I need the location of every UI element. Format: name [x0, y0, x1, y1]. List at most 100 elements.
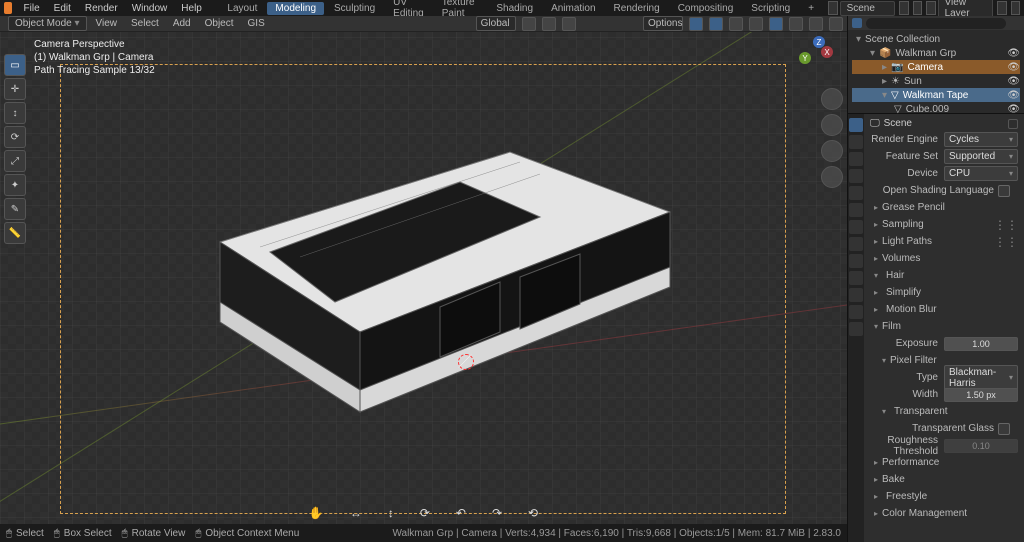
exposure-field[interactable]: 1.00	[944, 337, 1018, 351]
gizmo-y[interactable]: Y	[799, 52, 811, 64]
menu-render[interactable]: Render	[79, 2, 124, 15]
workspace-anim[interactable]: Animation	[543, 2, 603, 15]
shade-render-icon[interactable]	[809, 17, 823, 31]
tab-constraints[interactable]	[849, 271, 863, 285]
tool-select-box[interactable]: ▭	[4, 54, 26, 76]
outliner-search[interactable]	[866, 18, 1006, 29]
workspace-shading[interactable]: Shading	[488, 2, 541, 15]
osl-checkbox[interactable]	[998, 185, 1010, 197]
nav-rot-icon[interactable]: ⟳	[414, 504, 436, 522]
viewlayer-del[interactable]	[1011, 1, 1021, 15]
feature-set-select[interactable]: Supported▾	[944, 149, 1018, 164]
render-engine-select[interactable]: Cycles▾	[944, 132, 1018, 147]
workspace-modeling[interactable]: Modeling	[267, 2, 324, 15]
vp-menu-select[interactable]: Select	[126, 17, 164, 30]
shading-opts-icon[interactable]	[829, 17, 843, 31]
options-popover[interactable]: Options	[643, 16, 683, 31]
propedit-icon[interactable]	[562, 17, 576, 31]
tool-move[interactable]: ↕	[4, 102, 26, 124]
pivot-icon[interactable]	[522, 17, 536, 31]
menu-window[interactable]: Window	[126, 2, 174, 15]
workspace-sculpting[interactable]: Sculpting	[326, 2, 383, 15]
sec-transparent[interactable]: Transparent	[894, 406, 948, 417]
nav-undo-icon[interactable]: ↶	[450, 504, 472, 522]
roughthresh-field[interactable]: 0.10	[944, 439, 1018, 453]
sec-lightpaths[interactable]: Light Paths	[882, 236, 932, 247]
sec-colormgmt[interactable]: Color Management	[882, 508, 967, 519]
sec-simplify[interactable]: Simplify	[886, 287, 921, 298]
tab-texture[interactable]	[849, 322, 863, 336]
tab-viewlayer[interactable]	[849, 152, 863, 166]
nav-hand-icon[interactable]: ✋	[303, 504, 330, 522]
tab-physics[interactable]	[849, 254, 863, 268]
viewport-canvas[interactable]: ▭ ✛ ↕ ⟳ ⤢ ✦ ✎ 📏 Camera Perspective (1) W…	[0, 32, 847, 542]
sec-sampling[interactable]: Sampling	[882, 219, 924, 230]
tool-rotate[interactable]: ⟳	[4, 126, 26, 148]
tool-transform[interactable]: ✦	[4, 174, 26, 196]
mode-select[interactable]: Object Mode ▾	[8, 16, 87, 31]
vp-menu-object[interactable]: Object	[200, 17, 239, 30]
tab-material[interactable]	[849, 305, 863, 319]
tab-world[interactable]	[849, 186, 863, 200]
scene-icon[interactable]	[828, 1, 838, 15]
outliner-root[interactable]: Scene Collection	[865, 34, 940, 45]
gizmo-z[interactable]: Z	[813, 36, 825, 48]
outliner-sun[interactable]: Sun	[904, 76, 922, 87]
vp-menu-add[interactable]: Add	[168, 17, 196, 30]
nav-zoom-icon[interactable]	[821, 88, 843, 110]
sec-motionblur[interactable]: Motion Blur	[886, 304, 937, 315]
outliner-walkman-grp[interactable]: Walkman Grp	[895, 48, 956, 59]
scene-del[interactable]	[913, 1, 923, 15]
workspace-add[interactable]: +	[800, 2, 822, 15]
gizmo-btn[interactable]	[689, 17, 703, 31]
workspace-layout[interactable]: Layout	[219, 2, 265, 15]
menu-file[interactable]: File	[18, 2, 46, 15]
scene-new[interactable]	[899, 1, 909, 15]
outliner-cube009[interactable]: Cube.009	[906, 104, 949, 115]
outliner-type-icon[interactable]	[852, 18, 862, 28]
tab-data[interactable]	[849, 288, 863, 302]
sec-perf[interactable]: Performance	[882, 457, 939, 468]
workspace-rendering[interactable]: Rendering	[606, 2, 668, 15]
nav-pany-icon[interactable]: ↕	[382, 504, 400, 522]
outliner-camera[interactable]: Camera	[907, 62, 943, 73]
tool-measure[interactable]: 📏	[4, 222, 26, 244]
nav-camera-icon[interactable]	[821, 140, 843, 162]
tab-modifiers[interactable]	[849, 220, 863, 234]
nav-panx-icon[interactable]: ↔	[344, 504, 368, 522]
tab-output[interactable]	[849, 135, 863, 149]
gizmo-x[interactable]: X	[821, 46, 833, 58]
workspace-compositing[interactable]: Compositing	[670, 2, 742, 15]
nav-refresh-icon[interactable]: ⟲	[522, 504, 544, 522]
sec-freestyle[interactable]: Freestyle	[886, 491, 927, 502]
workspace-scripting[interactable]: Scripting	[743, 2, 798, 15]
nav-ortho-icon[interactable]	[821, 166, 843, 188]
tool-scale[interactable]: ⤢	[4, 150, 26, 172]
tool-annotate[interactable]: ✎	[4, 198, 26, 220]
shade-matprev-icon[interactable]	[789, 17, 803, 31]
sec-pixelfilter[interactable]: Pixel Filter	[890, 355, 937, 366]
app-logo[interactable]	[4, 2, 12, 14]
tab-scene[interactable]	[849, 169, 863, 183]
outliner-filter-icon[interactable]	[1010, 18, 1020, 28]
sec-bake[interactable]: Bake	[882, 474, 905, 485]
tab-render[interactable]	[849, 118, 863, 132]
device-select[interactable]: CPU▾	[944, 166, 1018, 181]
sec-film[interactable]: Film	[882, 321, 901, 332]
menu-edit[interactable]: Edit	[48, 2, 77, 15]
shade-wire-icon[interactable]	[749, 17, 763, 31]
shade-solid-icon[interactable]	[769, 17, 783, 31]
outliner-walkman-tape[interactable]: Walkman Tape	[903, 90, 969, 101]
xray-btn[interactable]	[729, 17, 743, 31]
vp-menu-gis[interactable]: GIS	[243, 17, 270, 30]
vp-menu-view[interactable]: View	[91, 17, 123, 30]
tab-object[interactable]	[849, 203, 863, 217]
overlays-btn[interactable]	[709, 17, 723, 31]
trglass-checkbox[interactable]	[998, 423, 1010, 435]
sec-hair[interactable]: Hair	[886, 270, 904, 281]
viewlayer-icon[interactable]	[926, 1, 936, 15]
menu-help[interactable]: Help	[175, 2, 208, 15]
viewlayer-new[interactable]	[997, 1, 1007, 15]
nav-redo-icon[interactable]: ↷	[486, 504, 508, 522]
sec-grease[interactable]: Grease Pencil	[882, 202, 945, 213]
